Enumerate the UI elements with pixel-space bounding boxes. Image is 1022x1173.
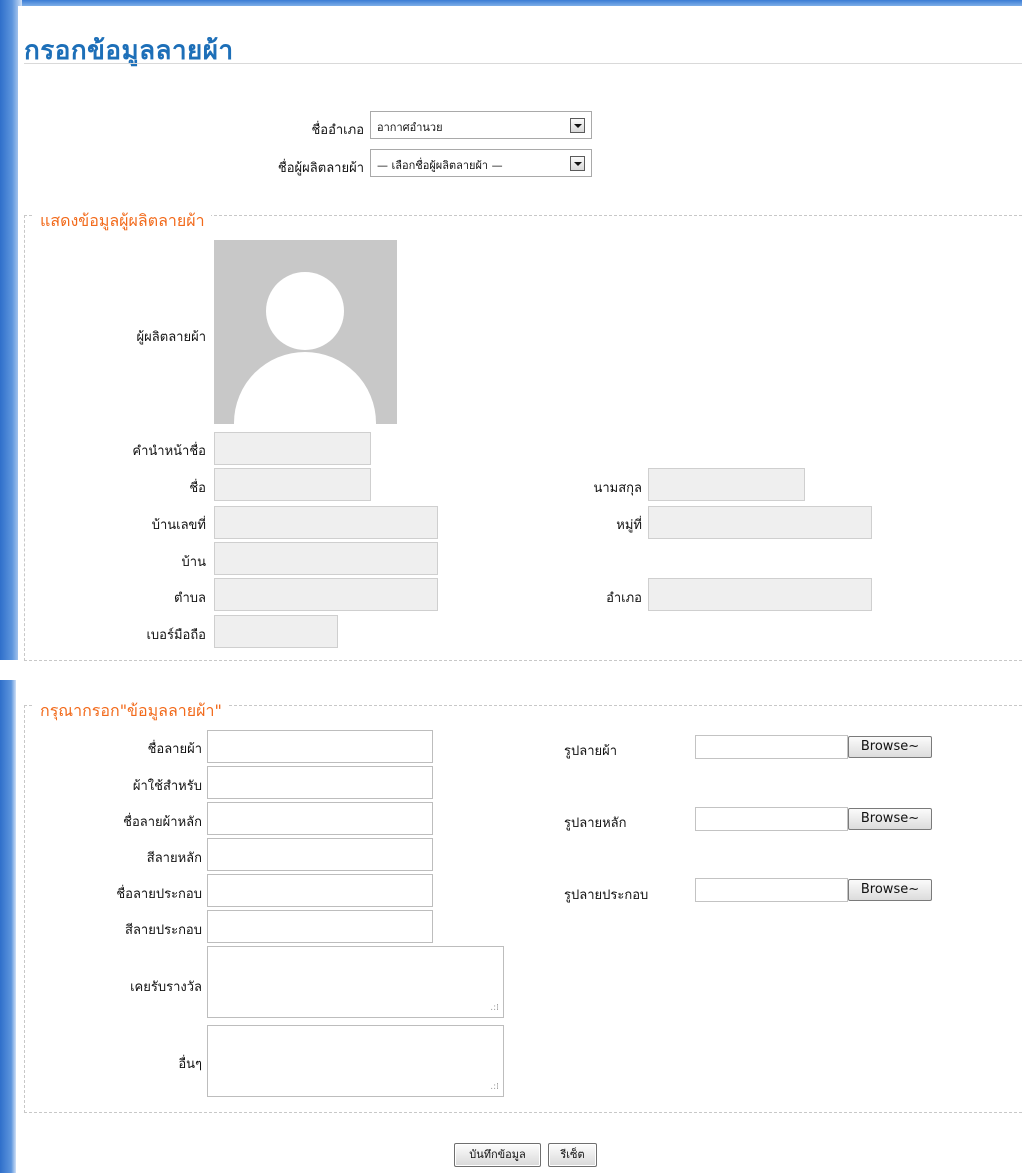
moo-field[interactable] xyxy=(648,506,872,539)
last-name-label: นามสกุล xyxy=(593,481,642,496)
accent-pattern-color-label: สีลายประกอบ xyxy=(125,923,202,938)
district-info-field[interactable] xyxy=(648,578,872,611)
last-name-field[interactable] xyxy=(648,468,805,501)
prefix-label: คำนำหน้าชื่อ xyxy=(132,444,206,459)
district-info-label: อำเภอ xyxy=(606,591,642,606)
resize-grip-icon[interactable]: .:⁞ xyxy=(490,1083,499,1092)
first-name-label: ชื่อ xyxy=(189,481,206,496)
pattern-image-file-input[interactable] xyxy=(695,735,848,759)
main-pattern-color-input[interactable] xyxy=(207,838,433,871)
page-title: กรอกข้อมูลลายผ้า xyxy=(24,36,234,66)
used-for-label: ผ้าใช้สำหรับ xyxy=(132,779,202,794)
pattern-form-legend: กรุณากรอก"ข้อมูลลายผ้า" xyxy=(34,699,228,724)
main-pattern-color-label: สีลายหลัก xyxy=(146,851,202,866)
main-pattern-image-file-input[interactable] xyxy=(695,807,848,831)
producer-label: ชื่อผู้ผลิตลายผ้า xyxy=(277,161,364,176)
main-pattern-name-label: ชื่อลายผ้าหลัก xyxy=(123,815,202,830)
pattern-name-input[interactable] xyxy=(207,730,433,763)
accent-pattern-image-file-input[interactable] xyxy=(695,878,848,902)
first-name-field[interactable] xyxy=(214,468,371,501)
resize-grip-icon[interactable]: .:⁞ xyxy=(490,1004,499,1013)
moo-label: หมู่ที่ xyxy=(616,518,642,533)
accent-pattern-name-label: ชื่อลายประกอบ xyxy=(116,887,202,902)
pattern-form-fieldset xyxy=(24,705,1022,1113)
used-for-input[interactable] xyxy=(207,766,433,799)
avatar xyxy=(214,240,397,424)
accent-pattern-color-input[interactable] xyxy=(207,910,433,943)
main-pattern-name-input[interactable] xyxy=(207,802,433,835)
village-label: บ้าน xyxy=(181,555,206,570)
pattern-name-label: ชื่อลายผ้า xyxy=(147,742,202,757)
mobile-label: เบอร์มือถือ xyxy=(146,628,206,643)
village-field[interactable] xyxy=(214,542,438,575)
other-textarea[interactable]: .:⁞ xyxy=(207,1025,504,1097)
other-label: อื่นๆ xyxy=(178,1057,202,1072)
producer-info-legend: แสดงข้อมูลผู้ผลิตลายผ้า xyxy=(34,209,211,234)
district-select-value: อากาศอำนวย xyxy=(377,121,443,134)
prefix-field[interactable] xyxy=(214,432,371,465)
avatar-body-shape xyxy=(234,352,376,424)
window-frame-left-lower xyxy=(0,680,16,1173)
awards-label: เคยรับรางวัล xyxy=(130,980,202,995)
pattern-image-browse-button[interactable]: Browse~ xyxy=(848,736,932,758)
house-no-field[interactable] xyxy=(214,506,438,539)
accent-pattern-name-input[interactable] xyxy=(207,874,433,907)
main-pattern-image-label: รูปลายหลัก xyxy=(564,816,627,831)
accent-pattern-image-label: รูปลายประกอบ xyxy=(564,888,649,903)
mobile-field[interactable] xyxy=(214,615,338,648)
accent-pattern-image-browse-button[interactable]: Browse~ xyxy=(848,879,932,901)
avatar-head-shape xyxy=(266,272,344,350)
chevron-down-icon[interactable] xyxy=(570,156,585,171)
subdistrict-label: ตำบล xyxy=(174,591,206,606)
title-divider xyxy=(24,63,1022,64)
subdistrict-field[interactable] xyxy=(214,578,438,611)
house-no-label: บ้านเลขที่ xyxy=(151,518,206,533)
district-label: ชื่ออำเภอ xyxy=(311,123,364,138)
main-pattern-image-browse-button[interactable]: Browse~ xyxy=(848,808,932,830)
chevron-down-icon[interactable] xyxy=(570,118,585,133)
awards-textarea[interactable]: .:⁞ xyxy=(207,946,504,1018)
producer-select[interactable]: — เลือกชื่อผู้ผลิตลายผ้า — xyxy=(370,149,592,177)
reset-button[interactable]: รีเซ็ต xyxy=(548,1143,597,1167)
district-select[interactable]: อากาศอำนวย xyxy=(370,111,592,139)
save-button[interactable]: บันทึกข้อมูล xyxy=(454,1143,541,1167)
pattern-image-label: รูปลายผ้า xyxy=(564,744,618,759)
producer-photo-label: ผู้ผลิตลายผ้า xyxy=(136,330,206,345)
producer-select-value: — เลือกชื่อผู้ผลิตลายผ้า — xyxy=(377,159,503,172)
